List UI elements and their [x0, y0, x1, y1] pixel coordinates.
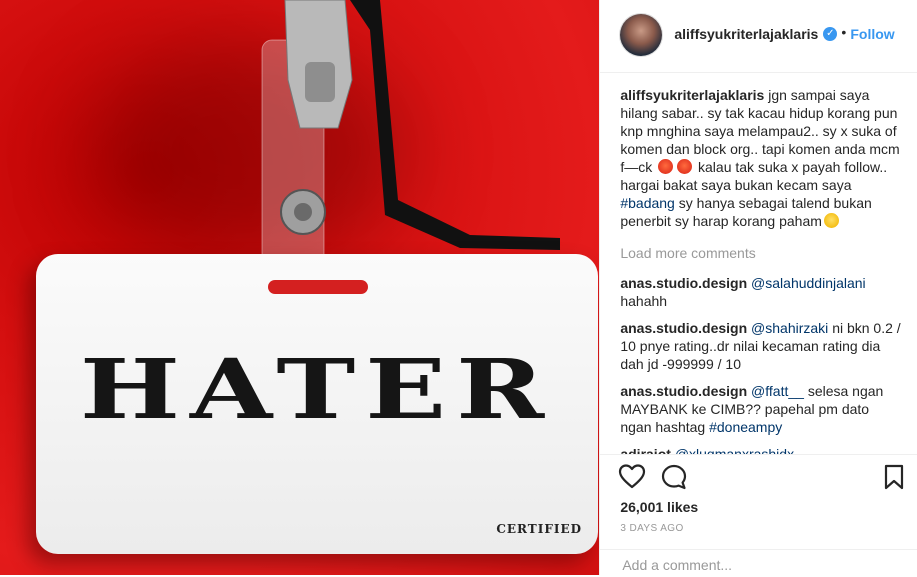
lanyard-strap: [350, 0, 560, 250]
comment-hashtag[interactable]: #doneampy: [709, 419, 782, 435]
add-comment-bar: [600, 549, 917, 577]
list-item: anas.studio.design @salahuddinjalani hah…: [620, 274, 902, 310]
post-header: aliffsyukriterlajaklaris ✓ • Follow: [600, 0, 917, 73]
comment-mention[interactable]: @xluqmanxrashidx: [675, 446, 794, 454]
comment-author[interactable]: anas.studio.design: [620, 320, 747, 336]
add-comment-input[interactable]: [620, 556, 885, 574]
likes-count[interactable]: 26,001 likes: [620, 499, 698, 515]
comment-mention[interactable]: @salahuddinjalani: [751, 275, 866, 291]
comment-author[interactable]: anas.studio.design: [620, 275, 747, 291]
hater-badge: HATER CERTIFIED: [36, 254, 598, 554]
caption: aliffsyukriterlajaklaris jgn sampai saya…: [620, 86, 902, 230]
comment-mention[interactable]: @ffatt__: [751, 383, 804, 399]
heart-icon[interactable]: [618, 463, 646, 491]
comment-author[interactable]: anas.studio.design: [620, 383, 747, 399]
avatar[interactable]: [620, 14, 663, 56]
comment-author[interactable]: adiraiot: [620, 446, 671, 454]
post-side-panel: aliffsyukriterlajaklaris ✓ • Follow alif…: [599, 0, 917, 575]
post-actions: 26,001 likes 3 DAYS AGO: [600, 454, 917, 576]
caption-author[interactable]: aliffsyukriterlajaklaris: [620, 87, 764, 103]
comment-text: hahahh: [620, 293, 668, 309]
bookmark-icon[interactable]: [880, 463, 908, 491]
post-photo[interactable]: HATER CERTIFIED: [0, 0, 600, 575]
comment-mention[interactable]: @shahirzaki: [751, 320, 828, 336]
post-timestamp[interactable]: 3 DAYS AGO: [620, 523, 683, 534]
comment-bubble-icon[interactable]: [660, 463, 688, 491]
badge-slot: [268, 280, 368, 294]
comments-list[interactable]: aliffsyukriterlajaklaris jgn sampai saya…: [620, 86, 902, 454]
caption-hashtag[interactable]: #badang: [620, 195, 675, 211]
clip-hinge: [305, 62, 335, 102]
header-separator: •: [841, 24, 847, 40]
list-item: adiraiot @xluqmanxrashidx: [620, 445, 902, 454]
sweat-face-emoji-icon: [823, 213, 839, 228]
header-username[interactable]: aliffsyukriterlajaklaris: [674, 26, 818, 42]
follow-button[interactable]: Follow: [850, 26, 894, 42]
list-item: anas.studio.design @ffatt__ selesa ngan …: [620, 382, 902, 436]
angry-face-emoji-icon: [677, 159, 693, 174]
badge-certified-text: CERTIFIED: [496, 522, 582, 536]
verified-badge-icon: ✓: [823, 27, 838, 41]
badge-hater-text: HATER: [79, 339, 555, 438]
instagram-post: HATER CERTIFIED aliffsyukriterlajaklaris…: [0, 0, 917, 575]
angry-face-emoji-icon: [658, 159, 674, 174]
list-item: anas.studio.design @shahirzaki ni bkn 0.…: [620, 319, 902, 373]
snap-button-center: [294, 203, 312, 221]
load-more-comments[interactable]: Load more comments: [620, 244, 902, 262]
